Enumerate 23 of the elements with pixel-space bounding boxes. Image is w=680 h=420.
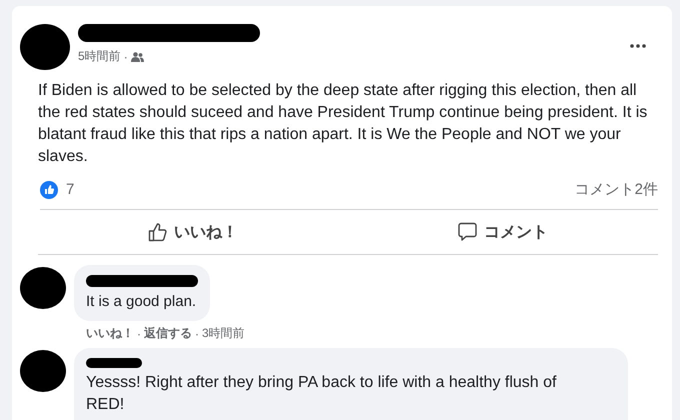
avatar[interactable] bbox=[20, 267, 66, 309]
avatar[interactable] bbox=[20, 350, 66, 392]
post-time[interactable]: 5時間前 bbox=[78, 48, 121, 65]
comment-button[interactable]: コメント bbox=[348, 210, 658, 254]
comment-action-link[interactable]: いいね！ bbox=[86, 325, 134, 342]
post-text: If Biden is allowed to be selected by the deep state after rigging this election, then all the red states should suceed and have President Trump continue being president. It is blatant fraud like this that rips a nation apart. It is We the People and NOT we your slaves. bbox=[38, 81, 648, 167]
like-reaction-icon bbox=[40, 180, 58, 198]
comment-count[interactable]: コメント2件 bbox=[574, 180, 658, 199]
friends-icon bbox=[130, 52, 144, 62]
separator: · bbox=[137, 326, 141, 340]
redaction-mark bbox=[86, 358, 142, 368]
separator: · bbox=[124, 50, 128, 64]
like-button[interactable]: いいね！ bbox=[38, 210, 348, 254]
thumbs-up-icon bbox=[148, 222, 168, 242]
comment-text: It is a good plan. bbox=[86, 292, 198, 312]
comment-text: Yessss! Right after they bring PA back to life with a healthy flush of RED! bbox=[86, 373, 558, 415]
like-count[interactable]: 7 bbox=[66, 181, 575, 198]
comment-time[interactable]: 3時間前 bbox=[202, 325, 245, 342]
avatar[interactable] bbox=[20, 24, 70, 70]
more-icon bbox=[630, 44, 646, 48]
comment-action-link[interactable]: 返信する bbox=[144, 325, 192, 342]
speech-bubble-icon bbox=[458, 222, 478, 242]
separator: · bbox=[195, 326, 199, 340]
